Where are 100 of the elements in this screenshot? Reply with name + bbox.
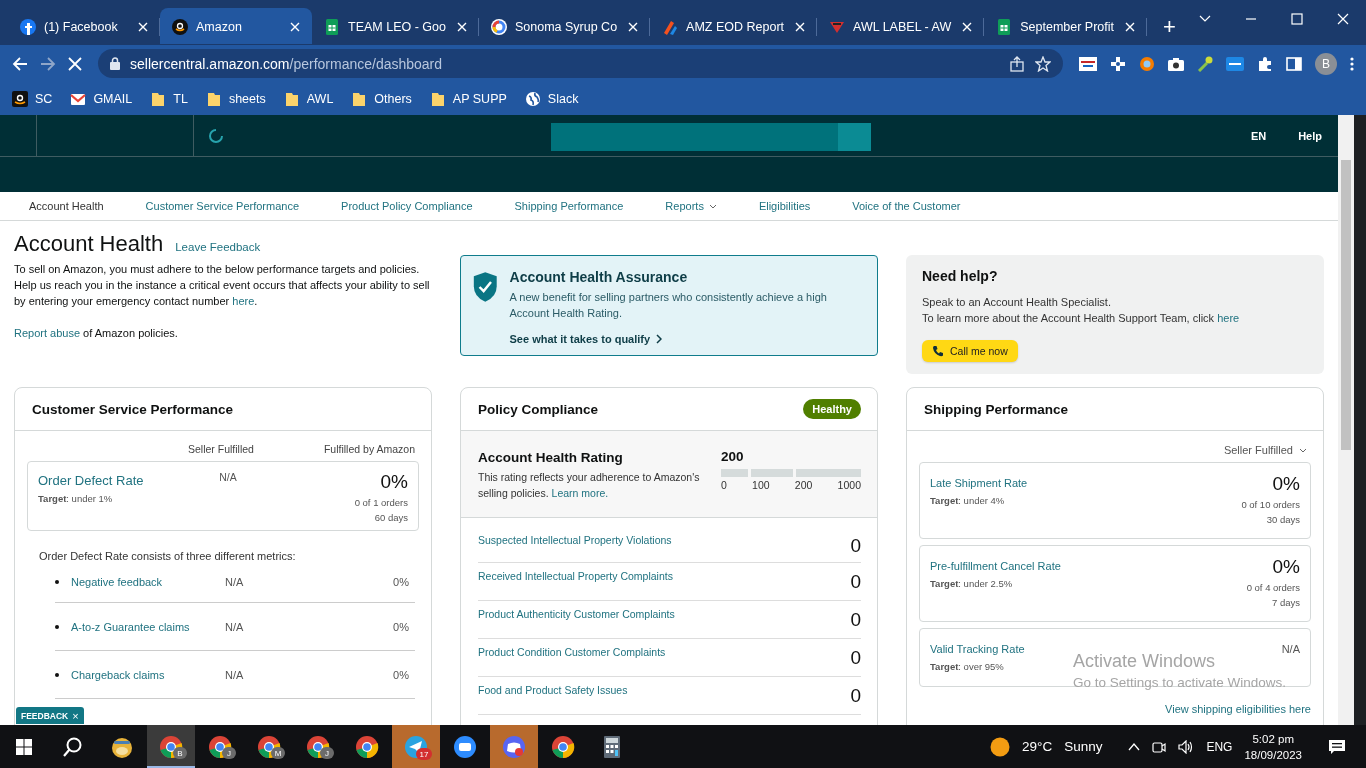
chevron-up-icon[interactable] xyxy=(1128,742,1141,751)
count-value: 0 xyxy=(850,609,861,632)
metric-link[interactable]: Pre-fulfillment Cancel Rate xyxy=(930,560,1061,572)
call-button[interactable]: Call me now xyxy=(922,340,1018,362)
count-value: 0 xyxy=(850,685,861,708)
folder-icon xyxy=(351,90,368,107)
rate-value: 0% xyxy=(1272,556,1300,577)
nav-tab[interactable]: Reports xyxy=(644,192,738,220)
period-text: 7 days xyxy=(1272,597,1300,608)
bookmark[interactable]: AWL xyxy=(283,90,334,107)
metric-link[interactable]: Late Shipment Rate xyxy=(930,477,1028,489)
policy-link[interactable]: Product Authenticity Customer Complaints xyxy=(478,608,675,638)
bookmark[interactable]: Slack xyxy=(524,90,579,107)
app-badge: J xyxy=(320,747,334,759)
taskbar-app[interactable]: B xyxy=(147,725,195,768)
card-title: Customer Service Performance xyxy=(32,401,234,417)
profile-avatar[interactable]: B xyxy=(1315,52,1337,75)
app-badge: 17 xyxy=(416,748,432,760)
url-text[interactable]: sellercentral.amazon.com/performance/dashboard xyxy=(130,55,999,72)
bookmark[interactable]: Others xyxy=(351,90,412,107)
bookmark[interactable]: sheets xyxy=(205,90,266,107)
nav-tab[interactable]: Product Policy Compliance xyxy=(320,192,494,220)
input-language[interactable]: ENG xyxy=(1206,739,1233,754)
menu-icon[interactable] xyxy=(1350,55,1354,72)
side-panel-icon[interactable] xyxy=(1286,56,1302,71)
round-logo-icon xyxy=(453,734,477,759)
windows-start-icon[interactable] xyxy=(16,738,32,755)
chevron-down-icon[interactable] xyxy=(1199,14,1211,23)
puzzle-icon[interactable] xyxy=(1257,55,1273,72)
notification-icon[interactable] xyxy=(1328,738,1346,755)
feedback-tab[interactable]: FEEDBACK × xyxy=(16,707,84,724)
folder-icon xyxy=(150,90,167,107)
eligibilities-link[interactable]: View shipping eligibilities here xyxy=(1165,703,1311,715)
metric-link[interactable]: A-to-z Guarantee claims xyxy=(71,620,190,633)
metric-link[interactable]: Order Defect Rate xyxy=(38,473,144,488)
policy-link[interactable]: Product Condition Customer Complaints xyxy=(478,646,666,676)
language-link[interactable]: EN xyxy=(1250,129,1267,142)
report-link[interactable]: Report abuse xyxy=(14,327,81,339)
stop-icon[interactable] xyxy=(68,56,82,71)
taskbar-app[interactable]: J xyxy=(294,725,342,768)
scale-label: 200 xyxy=(794,479,813,491)
metric-link[interactable]: Chargeback claims xyxy=(71,668,165,681)
new-tab-button[interactable]: + xyxy=(1159,14,1180,40)
extension-icon[interactable] xyxy=(1079,56,1097,71)
activation-text: Go to Settings to activate Windows. xyxy=(1073,674,1287,692)
here-link[interactable]: here xyxy=(1217,312,1240,324)
metric-link[interactable]: Negative feedback xyxy=(71,576,163,588)
weather-text[interactable]: Sunny xyxy=(1064,739,1103,754)
camera-icon[interactable] xyxy=(1168,56,1184,71)
star-icon[interactable] xyxy=(1035,55,1051,72)
card-title: Shipping Performance xyxy=(924,401,1069,417)
nav-tab[interactable]: Customer Service Performance xyxy=(124,192,321,220)
clock-date[interactable]: 18/09/2023 xyxy=(1244,746,1302,763)
bookmark[interactable]: SC xyxy=(12,90,53,107)
taskbar-app[interactable]: M xyxy=(245,725,293,768)
bookmark[interactable]: GMAIL xyxy=(70,90,133,107)
nav-tab[interactable]: Account Health xyxy=(8,192,125,220)
speaker-icon[interactable] xyxy=(1178,739,1195,754)
extension-icon[interactable] xyxy=(1226,56,1244,71)
temperature-text[interactable]: 29°C xyxy=(1021,739,1053,754)
share-icon[interactable] xyxy=(1009,55,1025,72)
taskbar-app[interactable]: 17 xyxy=(392,725,440,768)
bookmark[interactable]: AP SUPP xyxy=(429,90,507,107)
nav-tab[interactable]: Eligibilities xyxy=(737,192,832,220)
extension-icon[interactable] xyxy=(1139,55,1155,72)
period-text: 60 days xyxy=(374,512,408,523)
leave-feedback-link[interactable]: Leave Feedback xyxy=(175,241,261,253)
learn-more-link[interactable]: Learn more. xyxy=(551,487,609,499)
close-icon[interactable] xyxy=(1337,12,1349,25)
nav-tab[interactable]: Shipping Performance xyxy=(493,192,645,220)
policy-link[interactable]: Suspected Intellectual Property Violations xyxy=(478,534,672,562)
browser-tab[interactable]: Amazon xyxy=(160,8,312,45)
metric-link[interactable]: Valid Tracking Rate xyxy=(930,643,1025,655)
taskbar-app[interactable]: J xyxy=(196,725,244,768)
app-badge: B xyxy=(173,747,187,759)
qualify-link[interactable]: See what it takes to qualify xyxy=(509,333,663,345)
extension-icon[interactable] xyxy=(1110,55,1126,72)
search-icon[interactable] xyxy=(63,736,83,757)
controller-icon xyxy=(502,734,526,759)
nav-tab[interactable]: Voice of the Customer xyxy=(831,192,982,220)
activation-title: Activate Windows xyxy=(1073,650,1217,672)
page-title: Account Health xyxy=(14,231,164,257)
forward-icon[interactable] xyxy=(40,55,56,72)
address-bar[interactable]: sellercentral.amazon.com/performance/dashboard xyxy=(98,49,1063,78)
help-text: To learn more about the Account Health Support Team, click here xyxy=(922,311,1241,326)
target-text: Target: under 4% xyxy=(930,495,1006,506)
bookmark[interactable]: TL xyxy=(150,90,188,107)
maximize-icon[interactable] xyxy=(1291,12,1303,25)
target-text: Target: under 2.5% xyxy=(930,578,1014,589)
fulfillment-dropdown[interactable]: Seller Fulfilled xyxy=(907,431,1323,456)
clock-time[interactable]: 5:02 pm xyxy=(1244,730,1302,747)
policy-link[interactable]: Food and Product Safety Issues xyxy=(478,684,628,714)
fba-value: 0% xyxy=(393,620,409,633)
help-link[interactable]: Help xyxy=(1298,129,1322,142)
sun-icon[interactable] xyxy=(989,736,1010,757)
back-icon[interactable] xyxy=(12,55,28,72)
folder-icon xyxy=(283,90,300,107)
video-icon[interactable] xyxy=(1152,739,1167,754)
policy-link[interactable]: Received Intellectual Property Complaints xyxy=(478,570,673,600)
extension-icon[interactable] xyxy=(1197,55,1213,72)
